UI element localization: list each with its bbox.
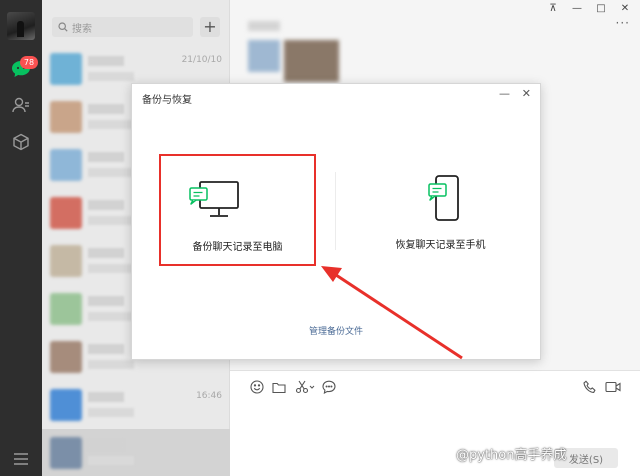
dialog-minimize-button[interactable]: — xyxy=(499,87,510,100)
folder-icon[interactable] xyxy=(271,379,287,395)
chat-preview xyxy=(88,456,134,465)
chat-preview xyxy=(88,216,134,225)
message-image xyxy=(284,40,339,82)
restore-to-phone-option[interactable]: 恢复聊天记录至手机 xyxy=(362,154,519,266)
chat-preview xyxy=(88,120,134,129)
chat-time: 21/10/10 xyxy=(181,55,222,65)
chat-name xyxy=(88,248,124,258)
dialog-close-button[interactable]: ✕ xyxy=(522,87,531,100)
avatar[interactable] xyxy=(7,12,35,40)
chat-preview xyxy=(88,312,134,321)
chat-preview xyxy=(88,72,134,81)
search-icon xyxy=(58,22,68,32)
chat-avatar xyxy=(50,389,82,421)
chat-name xyxy=(88,152,124,162)
add-button[interactable]: + xyxy=(200,17,220,37)
nav-rail: 78 xyxy=(0,0,42,476)
chat-list-item[interactable]: 16:46 xyxy=(42,381,230,429)
backup-to-computer-label: 备份聊天记录至电脑 xyxy=(192,242,283,253)
chat-title xyxy=(248,21,280,31)
phone-chat-icon xyxy=(428,175,459,221)
dialog-title: 备份与恢复 xyxy=(142,95,192,106)
backup-restore-dialog: 备份与恢复 — ✕ 备份聊天记录至电脑 恢复聊天记录至手机 管理备份文件 xyxy=(131,83,541,360)
emoji-icon[interactable] xyxy=(249,379,265,395)
backup-to-computer-option[interactable]: 备份聊天记录至电脑 xyxy=(159,154,316,266)
chat-avatar xyxy=(50,53,82,85)
unread-badge: 78 xyxy=(20,56,38,69)
chat-avatar xyxy=(50,341,82,373)
computer-chat-icon xyxy=(189,181,239,217)
chat-preview xyxy=(88,264,134,273)
chat-name xyxy=(88,104,124,114)
phone-icon[interactable] xyxy=(582,379,598,395)
minimize-button[interactable]: — xyxy=(570,3,584,14)
input-bar[interactable]: 发送(S) xyxy=(230,370,640,476)
scissors-icon[interactable] xyxy=(294,379,316,395)
options-divider xyxy=(335,172,336,250)
chat-bubble-icon[interactable] xyxy=(321,379,337,395)
video-call-icon[interactable] xyxy=(605,379,621,395)
chat-list-item[interactable] xyxy=(42,429,230,476)
close-button[interactable]: ✕ xyxy=(618,3,632,14)
watermark: @python高手养成 xyxy=(456,448,567,463)
search-input[interactable]: 搜索 xyxy=(52,17,193,37)
search-placeholder: 搜索 xyxy=(72,23,92,35)
chat-preview xyxy=(88,168,134,177)
contacts-icon[interactable] xyxy=(10,94,32,116)
maximize-button[interactable]: □ xyxy=(594,3,608,14)
chat-avatar xyxy=(50,101,82,133)
chat-name xyxy=(88,56,124,66)
restore-to-phone-label: 恢复聊天记录至手机 xyxy=(395,240,486,251)
chat-avatar xyxy=(50,197,82,229)
menu-icon[interactable] xyxy=(10,448,32,470)
chat-name xyxy=(88,440,124,450)
pin-icon[interactable]: ⊼ xyxy=(546,3,560,14)
chat-preview xyxy=(88,360,134,369)
chat-avatar xyxy=(50,245,82,277)
chat-name xyxy=(88,392,124,402)
chat-preview xyxy=(88,408,134,417)
favorites-cube-icon[interactable] xyxy=(10,131,32,153)
manage-backup-link[interactable]: 管理备份文件 xyxy=(132,324,540,337)
chat-avatar xyxy=(50,293,82,325)
chat-name xyxy=(88,200,124,210)
chat-avatar xyxy=(50,149,82,181)
chat-avatar xyxy=(50,437,82,469)
chat-time: 16:46 xyxy=(196,391,222,401)
chat-name xyxy=(88,296,124,306)
message-avatar xyxy=(248,40,280,72)
more-options-icon[interactable]: ··· xyxy=(616,16,630,30)
chat-name xyxy=(88,344,124,354)
